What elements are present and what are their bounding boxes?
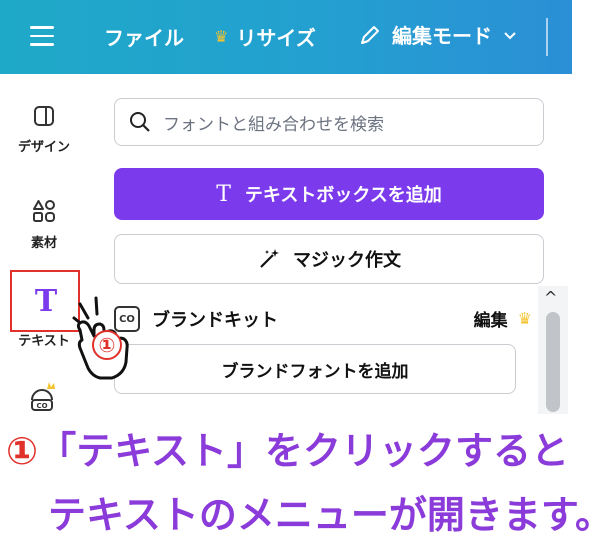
brand-kit-title: ブランドキット	[152, 310, 278, 331]
design-icon	[34, 106, 54, 126]
add-textbox-button[interactable]: T テキストボックスを追加	[114, 168, 544, 220]
instruction-line-1: ①「テキスト」をクリックすると	[6, 420, 569, 475]
text-panel: フォントと組み合わせを検索 T テキストボックスを追加 マジック作文 CO ブラ…	[90, 74, 572, 414]
add-textbox-label: テキストボックスを追加	[244, 185, 442, 206]
svg-text:CO: CO	[36, 402, 47, 410]
panel-scrollbar[interactable]: ^	[538, 286, 568, 414]
sidebar-item-label: 素材	[30, 236, 57, 251]
sidebar-item-brand[interactable]: CO	[0, 380, 88, 418]
file-menu[interactable]: ファイル	[104, 22, 184, 51]
header-divider	[546, 18, 548, 56]
brand-kit-edit-link[interactable]: 編集 ♛	[474, 306, 532, 331]
top-header: ファイル ♛ リサイズ 編集モード	[0, 0, 572, 74]
resize-label: リサイズ	[236, 26, 316, 50]
brand-icon: CO	[31, 382, 55, 411]
instruction-line-2: テキストのメニューが開きます。	[48, 493, 600, 537]
magic-write-button[interactable]: マジック作文	[114, 234, 544, 284]
scroll-up-icon[interactable]: ^	[544, 288, 557, 307]
text-icon[interactable]: T	[24, 281, 68, 321]
instruction-text-1: 「テキスト」をクリックすると	[38, 429, 570, 473]
brand-kit-edit-label: 編集	[473, 311, 508, 331]
magic-wand-icon	[260, 249, 279, 268]
add-brand-font-button[interactable]: ブランドフォントを追加	[114, 344, 516, 394]
text-t-icon: T	[216, 181, 231, 207]
instruction-step-number: ①	[6, 429, 39, 473]
search-icon	[130, 112, 150, 132]
crown-icon: ♛	[517, 309, 532, 328]
search-input[interactable]: フォントと組み合わせを検索	[114, 98, 544, 146]
pencil-icon	[361, 25, 379, 44]
edit-mode-menu[interactable]: 編集モード	[358, 20, 518, 49]
hamburger-icon[interactable]	[30, 26, 54, 48]
add-brand-font-label: ブランドフォントを追加	[221, 361, 409, 382]
search-placeholder: フォントと組み合わせを検索	[163, 114, 384, 135]
step-number-badge: ①	[92, 330, 122, 360]
elements-icon	[33, 200, 55, 222]
resize-menu[interactable]: ♛ リサイズ	[214, 22, 316, 51]
magic-write-label: マジック作文	[293, 250, 401, 271]
sidebar-item-design[interactable]: デザイン	[0, 104, 88, 155]
chevron-down-icon	[504, 31, 516, 39]
edit-mode-label: 編集モード	[392, 24, 492, 48]
brand-kit-section: CO ブランドキット 編集 ♛	[114, 304, 544, 334]
scroll-thumb[interactable]	[546, 312, 560, 412]
crown-icon: ♛	[214, 27, 229, 46]
sidebar-item-label: デザイン	[17, 140, 70, 155]
sidebar-item-elements[interactable]: 素材	[0, 198, 88, 251]
